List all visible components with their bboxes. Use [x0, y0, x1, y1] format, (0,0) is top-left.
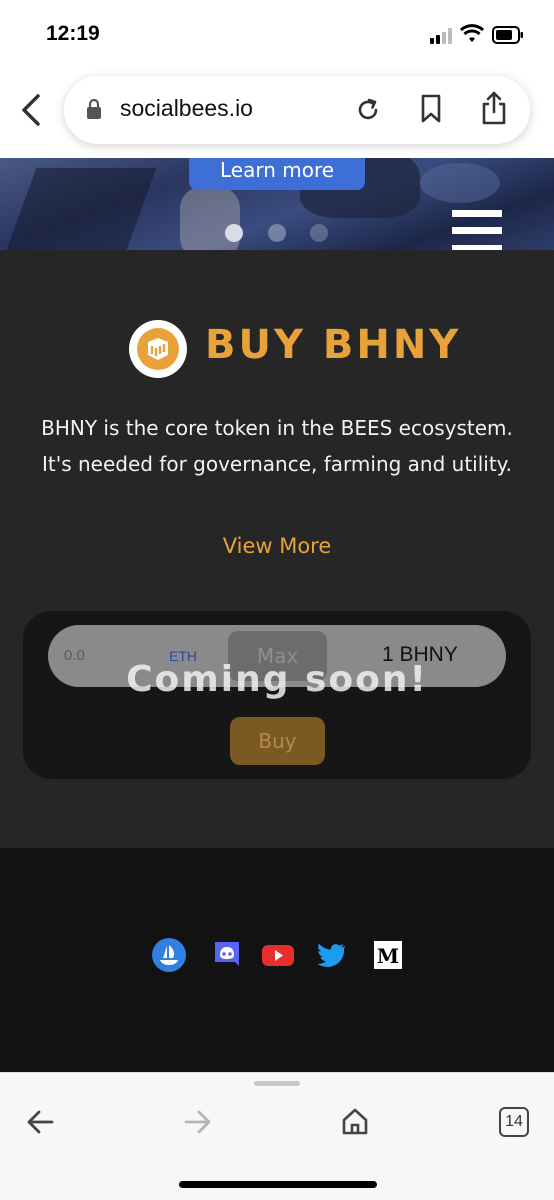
tabs-button[interactable]: 14 — [499, 1107, 529, 1137]
url-text: socialbees.io — [120, 95, 253, 121]
discord-icon[interactable] — [210, 938, 244, 972]
hero-banner: Learn more — [0, 158, 554, 250]
url-field[interactable]: socialbees.io — [64, 76, 530, 144]
buy-description: BHNY is the core token in the BEES ecosy… — [41, 416, 513, 476]
learn-more-button[interactable]: Learn more — [189, 158, 365, 190]
back-arrow-icon[interactable] — [26, 1109, 54, 1135]
medium-icon[interactable]: M — [371, 938, 405, 972]
home-indicator — [179, 1181, 377, 1188]
buy-title: BUY BHNY — [205, 322, 462, 368]
hamburger-menu-icon[interactable] — [452, 210, 502, 250]
bhny-logo-icon — [129, 320, 187, 378]
reload-icon[interactable] — [354, 96, 382, 124]
forward-arrow-icon[interactable] — [184, 1109, 212, 1135]
browser-address-bar: socialbees.io — [0, 70, 554, 158]
youtube-icon[interactable] — [261, 938, 295, 972]
carousel-dot-3[interactable] — [310, 224, 328, 242]
home-icon[interactable] — [340, 1106, 370, 1136]
footer: M — [0, 848, 554, 1072]
browser-back-chevron-icon[interactable] — [18, 92, 46, 128]
browser-toolbar: 14 — [0, 1072, 554, 1200]
status-bar: 12:19 — [0, 0, 554, 70]
twitter-icon[interactable] — [314, 938, 348, 972]
cellular-signal-icon — [430, 28, 456, 44]
wifi-icon — [460, 24, 484, 42]
lock-icon — [87, 98, 101, 119]
buy-widget: 0.0 ETH Max 1 BHNY Coming soon! Buy — [23, 611, 531, 779]
view-more-link[interactable]: View More — [0, 534, 554, 558]
hero-image-shape — [420, 163, 500, 203]
hero-image-shape — [3, 168, 157, 250]
svg-text:M: M — [377, 944, 399, 968]
carousel-dot-1[interactable] — [225, 224, 243, 242]
buy-section: BUY BHNY BHNY is the core token in the B… — [0, 250, 554, 848]
carousel-dot-2[interactable] — [268, 224, 286, 242]
page: 12:19 socialbees.io Learn more BUY BHNY … — [0, 0, 554, 1200]
status-time: 12:19 — [46, 22, 100, 45]
bookmark-icon[interactable] — [420, 94, 442, 124]
share-icon[interactable] — [480, 90, 508, 126]
opensea-icon[interactable] — [152, 938, 186, 972]
coming-soon-overlay: Coming soon! — [126, 659, 428, 700]
battery-icon — [492, 26, 523, 44]
toolbar-grabber[interactable] — [254, 1081, 300, 1086]
buy-button[interactable]: Buy — [230, 717, 325, 765]
